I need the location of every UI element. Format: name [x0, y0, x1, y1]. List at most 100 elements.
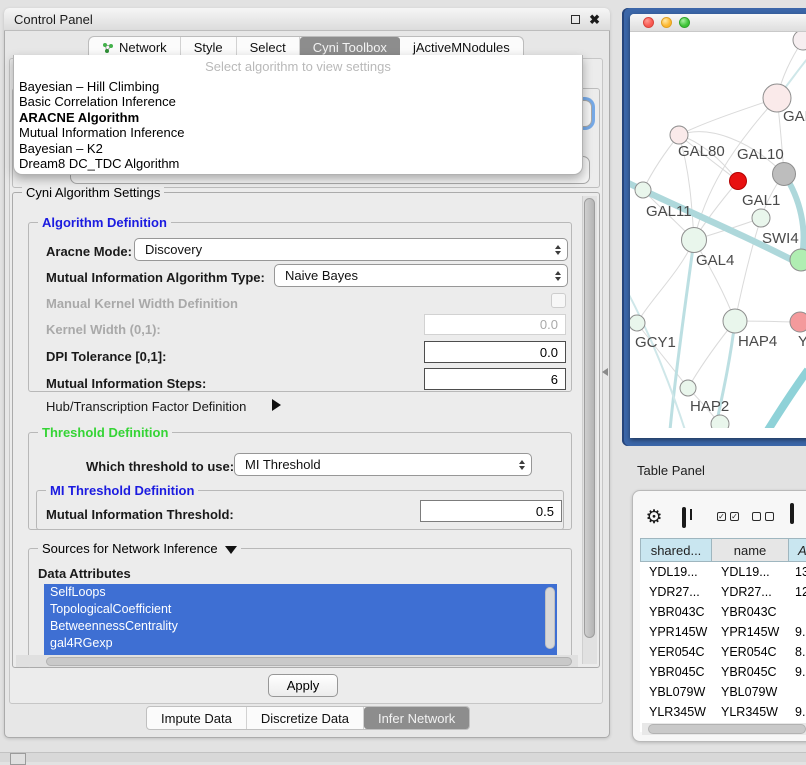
columns-glyph — [682, 507, 686, 528]
data-attributes-list[interactable]: SelfLoops TopologicalCoefficient Between… — [44, 584, 557, 655]
close-panel-icon[interactable]: ✖ — [589, 15, 600, 24]
tab-infer-network[interactable]: Infer Network — [364, 707, 469, 729]
dropdown-item-selected[interactable]: ARACNE Algorithm — [14, 110, 582, 125]
node-label: HAP2 — [690, 398, 729, 415]
node-label: GAL80 — [678, 143, 725, 160]
table-body[interactable]: YDL19... YDL19... 13 YDR27... YDR27... 1… — [640, 562, 806, 732]
mi-type-combo[interactable]: Naive Bayes — [274, 264, 568, 287]
tab-label: Network — [119, 40, 167, 55]
mi-type-label: Mutual Information Algorithm Type: — [46, 270, 265, 285]
tab-impute-data[interactable]: Impute Data — [147, 707, 247, 729]
table-row[interactable]: YER054C YER054C 8. — [640, 642, 806, 662]
table-panel-title: Table Panel — [637, 463, 705, 478]
table-row[interactable]: YBL079W YBL079W — [640, 682, 806, 702]
network-window-titlebar[interactable] — [630, 14, 806, 32]
attribute-item-selected[interactable]: BetweennessCentrality — [44, 618, 557, 635]
column-header-shared-name[interactable]: shared... — [640, 538, 712, 562]
tab-discretize-data[interactable]: Discretize Data — [247, 707, 364, 729]
cell-name: YLR345W — [712, 705, 789, 719]
select-all-columns-icon[interactable]: ✓✓ — [717, 512, 739, 521]
cell-shared-name: YER054C — [640, 645, 712, 659]
apply-button-label: Apply — [287, 678, 320, 693]
kernel-width-field[interactable]: 0.0 — [424, 314, 566, 335]
mi-threshold-label: Mutual Information Threshold: — [46, 507, 234, 522]
cell-shared-name: YBR043C — [640, 605, 712, 619]
settings-vscrollbar-thumb[interactable] — [584, 198, 595, 638]
attribute-item-selected[interactable]: TopologicalCoefficient — [44, 601, 557, 618]
cell-name: YBL079W — [712, 685, 789, 699]
cell-shared-name: YPR145W — [640, 625, 712, 639]
data-attributes-label: Data Attributes — [38, 566, 131, 581]
table-row[interactable]: YDR27... YDR27... 12 — [640, 582, 806, 602]
dpi-tolerance-field[interactable]: 0.0 — [424, 341, 566, 363]
node-label: GAL — [783, 108, 806, 125]
bottom-left-mini-button[interactable] — [10, 753, 26, 765]
attributes-scrollbar-thumb[interactable] — [545, 587, 555, 649]
dpi-tolerance-value: 0.0 — [540, 345, 558, 360]
apply-button[interactable]: Apply — [268, 674, 338, 697]
cell-name: YDL19... — [712, 565, 789, 579]
dropdown-item[interactable]: Dream8 DC_TDC Algorithm — [14, 156, 582, 171]
aracne-mode-value: Discovery — [145, 242, 202, 257]
hub-expand-arrow-icon[interactable] — [272, 399, 281, 411]
cell-name: YBR045C — [712, 665, 789, 679]
node-label: GAL11 — [646, 203, 692, 220]
table-row[interactable]: YBR045C YBR045C 9. — [640, 662, 806, 682]
table-settings-gear-icon[interactable]: ⚙ — [644, 506, 664, 528]
table-row[interactable]: YLR345W YLR345W 9. — [640, 702, 806, 722]
splitter-collapse-arrow-icon[interactable] — [602, 368, 608, 376]
table-row[interactable]: YDL19... YDL19... 13 — [640, 562, 806, 582]
app-root: { "colors": { "selection_blue": "#3E6FD3… — [0, 0, 806, 762]
deselect-all-columns-icon[interactable] — [752, 512, 774, 521]
sources-collapse-arrow-icon[interactable] — [225, 546, 237, 554]
which-threshold-combo[interactable]: MI Threshold — [234, 453, 532, 476]
mac-minimize-button[interactable] — [661, 17, 672, 28]
cell-shared-name: YBL079W — [640, 685, 712, 699]
network-tab-icon — [102, 42, 114, 54]
network-canvas[interactable]: GAL GAL80 GAL10 GAL11 GAL1 SWI4 GAL4 GCY… — [630, 32, 806, 428]
dropdown-item[interactable]: Bayesian – Hill Climbing — [14, 79, 582, 94]
dpi-tolerance-label: DPI Tolerance [0,1]: — [46, 349, 166, 364]
control-panel-titlebar[interactable]: Control Panel ✖ — [4, 8, 610, 31]
table-row[interactable]: YPR145W YPR145W 9. — [640, 622, 806, 642]
control-panel-title: Control Panel — [14, 12, 93, 27]
which-threshold-value: MI Threshold — [245, 457, 321, 472]
float-window-icon[interactable] — [571, 15, 580, 24]
attribute-item-selected[interactable]: gal4RGexp — [44, 635, 557, 652]
settings-hscrollbar-thumb[interactable] — [46, 657, 572, 666]
tab-label: Style — [194, 40, 223, 55]
mi-threshold-field[interactable]: 0.5 — [420, 500, 562, 522]
cell-value: 12 — [789, 585, 806, 599]
tab-label: Infer Network — [378, 711, 455, 726]
kernel-width-value: 0.0 — [540, 317, 558, 332]
table-columns-icon[interactable] — [682, 509, 686, 527]
threshold-definition-title: Threshold Definition — [38, 425, 172, 440]
combo-stepper-icon — [549, 271, 567, 281]
dropdown-item[interactable]: Bayesian – K2 — [14, 141, 582, 156]
column-header-name[interactable]: name — [712, 538, 789, 562]
node-label: Y — [798, 333, 806, 350]
node-label: HAP4 — [738, 333, 777, 350]
aracne-mode-label: Aracne Mode: — [46, 244, 132, 259]
attribute-item-selected[interactable]: SelfLoops — [44, 584, 557, 601]
dropdown-item[interactable]: Mutual Information Inference — [14, 125, 582, 140]
manual-kernel-checkbox[interactable] — [551, 293, 566, 308]
tab-label: jActiveMNodules — [413, 40, 510, 55]
mi-threshold-value: 0.5 — [536, 504, 554, 519]
node-label: GAL4 — [696, 252, 734, 269]
cell-name: YDR27... — [712, 585, 789, 599]
column-header-partial[interactable]: A — [789, 538, 806, 562]
table-row[interactable]: YBR043C YBR043C — [640, 602, 806, 622]
hub-definition-label: Hub/Transcription Factor Definition — [46, 399, 246, 414]
table-header-row: shared... name A — [640, 538, 806, 562]
column-header-label: shared... — [651, 543, 702, 558]
table-hscrollbar-thumb[interactable] — [648, 724, 806, 734]
mac-close-button[interactable] — [643, 17, 654, 28]
mac-zoom-button[interactable] — [679, 17, 690, 28]
aracne-mode-combo[interactable]: Discovery — [134, 238, 568, 261]
dropdown-item[interactable]: Basic Correlation Inference — [14, 94, 582, 109]
cell-shared-name: YDL19... — [640, 565, 712, 579]
cell-shared-name: YLR345W — [640, 705, 712, 719]
export-table-icon[interactable] — [790, 505, 794, 523]
mi-steps-field[interactable]: 6 — [424, 368, 566, 390]
